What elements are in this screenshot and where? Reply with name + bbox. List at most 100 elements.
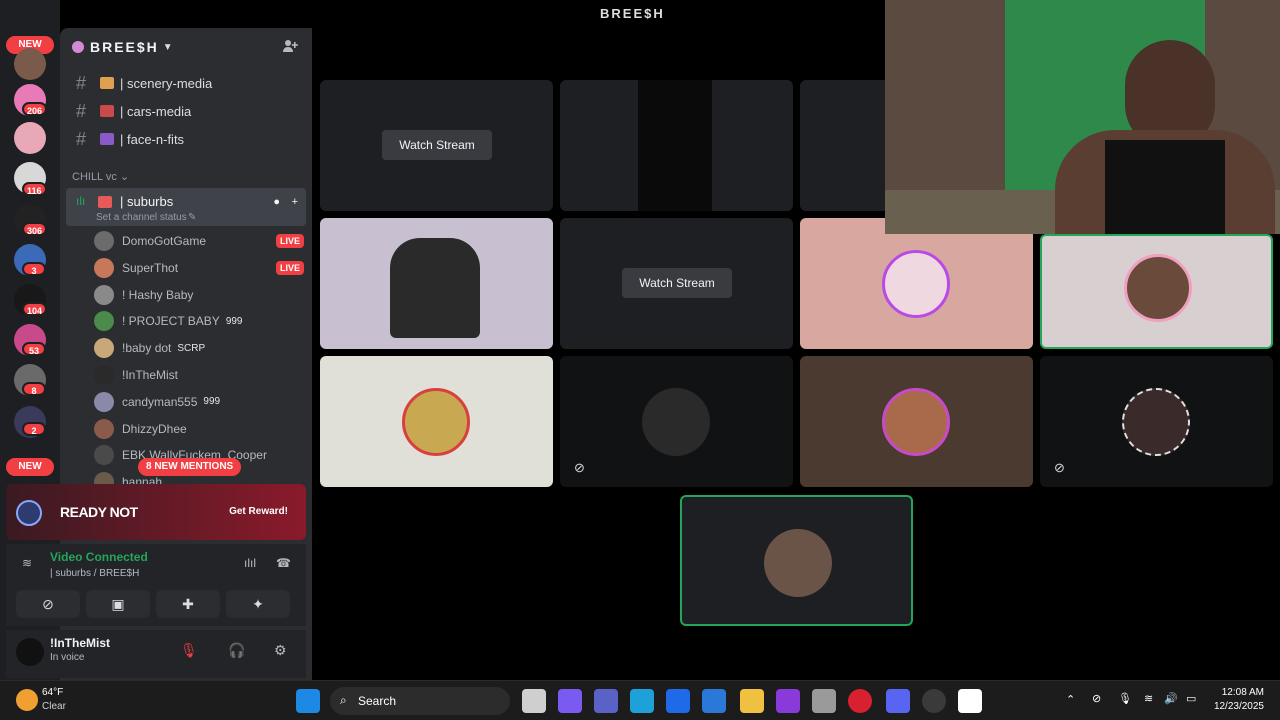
user-tile[interactable]: ⊘: [560, 356, 793, 487]
disconnect-icon[interactable]: ☎: [276, 556, 291, 570]
server-header[interactable]: BREE$H ▼: [60, 28, 312, 66]
voice-member[interactable]: !baby dot SCRP: [94, 335, 304, 361]
chat-bubble-icon[interactable]: ●: [273, 196, 280, 208]
channel-status-placeholder[interactable]: Set a channel status: [96, 212, 187, 223]
soundboard-button[interactable]: ✦: [226, 590, 290, 618]
user-tile[interactable]: [800, 218, 1033, 349]
voice-channel-suburbs[interactable]: ılı | suburbs Set a channel status ✎ ● +: [66, 188, 306, 226]
mention-badge: 306: [22, 222, 48, 236]
chevron-up-icon[interactable]: ⌃: [1066, 693, 1075, 706]
mic-muted-icon[interactable]: 🎙: [180, 642, 198, 659]
watch-stream-button[interactable]: Watch Stream: [382, 130, 492, 160]
avatar[interactable]: [16, 638, 44, 666]
stream-preview: [712, 80, 793, 211]
voice-activity-icon: ılı: [76, 194, 86, 208]
channel-face-n-fits[interactable]: # | face-n-fits: [68, 126, 304, 152]
member-tag: SCRP: [177, 342, 206, 354]
channel-cars-media[interactable]: # | cars-media: [68, 98, 304, 124]
voice-member[interactable]: !InTheMist: [94, 362, 304, 388]
stream-tile[interactable]: Watch Stream: [320, 80, 553, 211]
avatar: [402, 388, 470, 456]
user-tile[interactable]: ⊘: [1040, 356, 1273, 487]
server-icon[interactable]: [14, 122, 46, 154]
avatar: [764, 529, 832, 597]
teams-icon[interactable]: [594, 689, 618, 713]
capcut-icon[interactable]: [958, 689, 982, 713]
stream-tile[interactable]: [560, 80, 793, 211]
new-mentions-pill[interactable]: 8 NEW MENTIONS: [138, 458, 242, 476]
taskbar-search[interactable]: ⌕ Search: [330, 687, 510, 715]
opera-icon[interactable]: [848, 689, 872, 713]
webcam-overlay: [885, 0, 1280, 234]
voice-channel-path[interactable]: | suburbs / BREE$H: [50, 568, 139, 579]
text-channel-icon: #: [76, 100, 87, 121]
noise-suppression-icon[interactable]: ılıl: [244, 556, 256, 570]
mention-badge: 3: [22, 262, 46, 276]
game-logo-icon: [16, 500, 42, 526]
get-reward-button[interactable]: Get Reward!: [223, 502, 294, 522]
edge-icon[interactable]: [630, 689, 654, 713]
signal-icon[interactable]: ≋: [22, 556, 32, 570]
activities-button[interactable]: ✚: [156, 590, 220, 618]
clock-time[interactable]: 12:08 AM: [1222, 687, 1264, 698]
share-screen-button[interactable]: ▣: [86, 590, 150, 618]
voice-member[interactable]: DomoGotGame LIVE: [94, 228, 304, 254]
weather-temperature[interactable]: 64°F: [42, 687, 63, 698]
gear-icon[interactable]: ⚙: [274, 642, 287, 659]
weather-icon[interactable]: [16, 689, 38, 711]
volume-icon[interactable]: 🔊: [1164, 692, 1178, 705]
headphones-icon[interactable]: 🎧: [228, 642, 245, 659]
clock-date[interactable]: 12/23/2025: [1214, 701, 1264, 712]
battery-icon[interactable]: ▭: [1186, 692, 1196, 705]
category-chill-vc[interactable]: CHILL vc ⌄: [72, 170, 129, 183]
task-view-icon[interactable]: [522, 689, 546, 713]
weather-description[interactable]: Clear: [42, 701, 66, 712]
video-tile[interactable]: [320, 218, 553, 349]
member-name: candyman555: [122, 394, 198, 409]
avatar: [1122, 388, 1190, 456]
user-tile[interactable]: [320, 356, 553, 487]
voice-member[interactable]: candyman555 999: [94, 389, 304, 415]
new-unreads-pill-bottom[interactable]: NEW: [6, 458, 54, 476]
server-logo-icon: [72, 41, 84, 53]
activities-icon: ✚: [182, 596, 194, 612]
camera-off-button[interactable]: ⊘: [16, 590, 80, 618]
discord-icon[interactable]: [886, 689, 910, 713]
avatar: [94, 231, 114, 251]
promo-banner: READY NOT Get Reward!: [6, 484, 306, 540]
server-name: BREE$H: [90, 39, 159, 55]
dropbox-icon[interactable]: [666, 689, 690, 713]
user-tile-speaking[interactable]: [1040, 234, 1273, 349]
microphone-icon[interactable]: 🎙: [1118, 692, 1132, 705]
member-name: !InTheMist: [122, 368, 179, 382]
text-channel-icon: #: [76, 72, 87, 93]
windows-start-icon[interactable]: [296, 689, 320, 713]
voice-member[interactable]: SuperThot LIVE: [94, 255, 304, 281]
invite-icon[interactable]: +: [292, 196, 298, 208]
network-off-icon[interactable]: ⊘: [1092, 692, 1101, 705]
camera-off-icon: ⊘: [42, 596, 54, 612]
file-explorer-icon[interactable]: [740, 689, 764, 713]
server-icon[interactable]: [14, 48, 46, 80]
invite-people-icon[interactable]: [282, 38, 298, 54]
channel-emoji-icon: [100, 105, 114, 117]
voice-member[interactable]: ! PROJECT BABY 999: [94, 308, 304, 334]
avatar: [94, 365, 114, 385]
user-tile[interactable]: [800, 356, 1033, 487]
user-tile-speaking[interactable]: [680, 495, 913, 626]
username: !InTheMist: [50, 636, 110, 650]
avatar: [94, 445, 114, 466]
camera-icon[interactable]: [812, 689, 836, 713]
wifi-icon[interactable]: ≋: [1144, 692, 1153, 705]
stream-tile[interactable]: Watch Stream: [560, 218, 793, 349]
channel-scenery-media[interactable]: # | scenery-media: [68, 70, 304, 96]
voice-member[interactable]: DhizzyDhee: [94, 416, 304, 442]
clipchamp-icon[interactable]: [776, 689, 800, 713]
watch-stream-button[interactable]: Watch Stream: [622, 268, 732, 298]
copilot-icon[interactable]: [558, 689, 582, 713]
outlook-icon[interactable]: [702, 689, 726, 713]
voice-member[interactable]: ! Hashy Baby: [94, 282, 304, 308]
category-label: CHILL vc: [72, 171, 117, 183]
chrome-icon[interactable]: [922, 689, 946, 713]
avatar: [882, 388, 950, 456]
